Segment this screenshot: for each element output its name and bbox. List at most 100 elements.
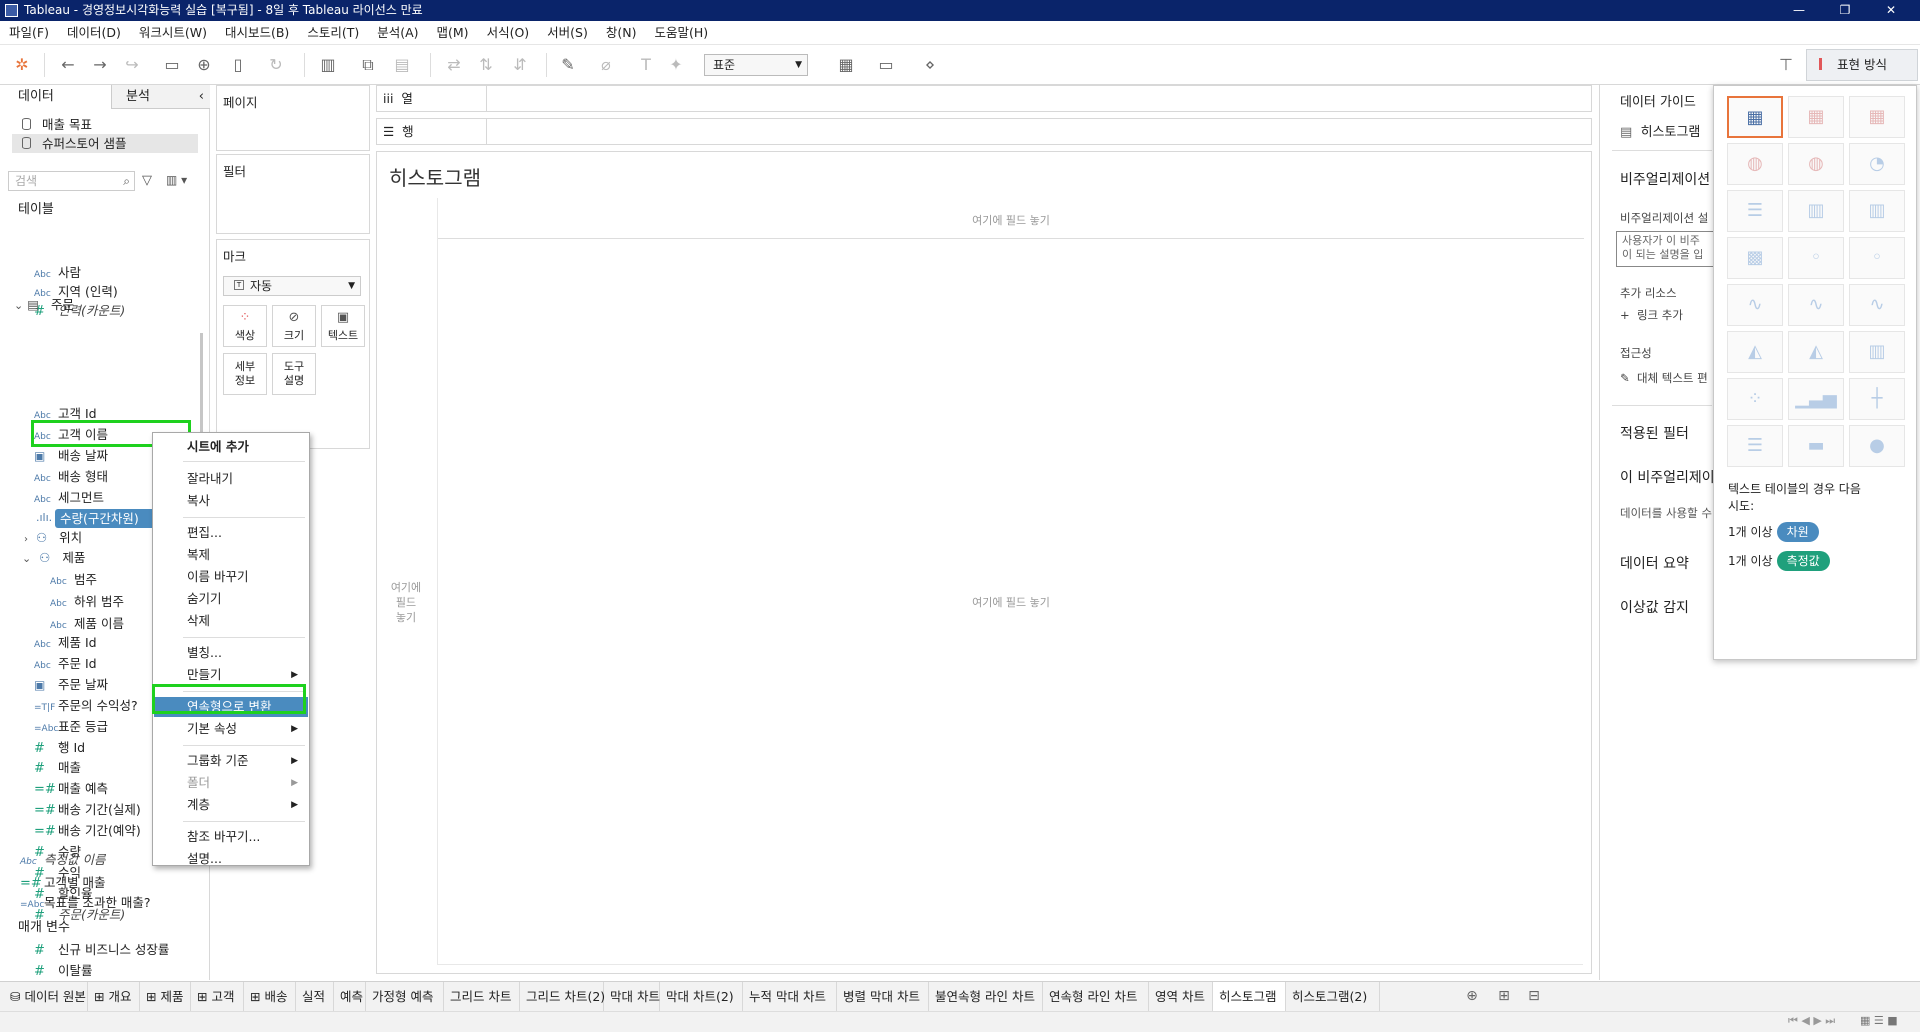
menu-item-6[interactable]: 숨기기	[154, 589, 308, 609]
field-item[interactable]: =# 배송 기간(예약)	[34, 821, 141, 840]
sheet-tab[interactable]: ⛁ 데이터 원본	[4, 982, 88, 1011]
scrollbar[interactable]	[200, 333, 203, 443]
tooltip-button[interactable]: 도구 설명	[272, 353, 316, 395]
share-icon[interactable]: ⋄	[920, 55, 940, 75]
sheet-tab[interactable]: 영역 차트	[1149, 982, 1213, 1011]
menu-file[interactable]: 파일(F)	[0, 21, 58, 45]
chart-thumb-pie-chart-icon[interactable]: ◔	[1849, 143, 1905, 185]
chart-thumb-filled-map-icon[interactable]: ◍	[1788, 143, 1844, 185]
sheet-tab[interactable]: 예측	[334, 982, 366, 1011]
drop-zone-center[interactable]: 여기에 필드 놓기	[438, 594, 1584, 610]
field-item[interactable]: =Abc 목표를 초과한 매출?	[20, 893, 151, 912]
chart-thumb-circle-views-icon[interactable]: ◦	[1788, 237, 1844, 279]
maximize-button[interactable]: ❐	[1822, 0, 1868, 21]
sheet-title[interactable]: 히스토그램	[389, 162, 481, 191]
sheet-tab[interactable]: 막대 차트	[604, 982, 660, 1011]
size-button[interactable]: ⊘ 크기	[272, 305, 316, 347]
view-options-icon[interactable]: ▥ ▾	[166, 173, 187, 187]
menu-item-3[interactable]: 편집...	[154, 523, 308, 543]
field-item[interactable]: # 이탈률	[34, 961, 93, 980]
view-canvas[interactable]: 히스토그램 여기에 필드 놓기 여기에 필드 놓기 여기에 필드 놓기	[376, 151, 1592, 974]
menu-item-12[interactable]: 그룹화 기준 ▶	[154, 751, 308, 771]
chart-thumb-text-table-icon[interactable]: ▦	[1727, 96, 1783, 138]
replay-icon[interactable]: ↪	[122, 55, 142, 75]
tableau-logo-icon[interactable]: ✲	[12, 55, 32, 75]
menu-story[interactable]: 스토리(T)	[298, 21, 368, 45]
tab-data[interactable]: 데이터	[0, 85, 112, 109]
chart-thumb-heat-map-icon[interactable]: ▦	[1788, 96, 1844, 138]
presentation-icon[interactable]: ▭	[876, 55, 896, 75]
menu-item-14[interactable]: 계층 ▶	[154, 795, 308, 815]
filters-card[interactable]: 필터	[216, 154, 370, 234]
color-button[interactable]: ⁘ 색상	[223, 305, 267, 347]
refresh-icon[interactable]: ↻	[266, 55, 286, 75]
fit-select[interactable]: 표준 ▼	[704, 54, 808, 76]
field-item[interactable]: =T|F 주문의 수익성?	[34, 696, 138, 715]
add-link-button[interactable]: + 링크 추가	[1620, 307, 1683, 323]
sheet-tab[interactable]: 그리드 차트(2)	[520, 982, 605, 1011]
menu-item-10[interactable]: 연속형으로 변환	[154, 697, 308, 717]
redo-icon[interactable]: →	[90, 55, 110, 75]
chart-thumb-highlight-table-icon[interactable]: ▦	[1849, 96, 1905, 138]
highlight-icon[interactable]: ✎	[558, 55, 578, 75]
field-item[interactable]: =# 고객별 매출	[20, 873, 105, 892]
chart-thumb-histogram-icon[interactable]: ▁▃▅	[1788, 378, 1844, 420]
sheet-tab[interactable]: ⊞ 배송	[244, 982, 296, 1011]
field-item[interactable]: # 행 Id	[34, 738, 85, 757]
menu-dashboard[interactable]: 대시보드(B)	[216, 21, 298, 45]
menu-window[interactable]: 창(N)	[597, 21, 646, 45]
tab-analysis[interactable]: 분석 ‹	[112, 85, 210, 109]
text-button[interactable]: ▣ 텍스트	[321, 305, 365, 347]
field-item[interactable]: =# 매출 예측	[34, 779, 108, 798]
sheet-tab[interactable]: 가정형 예측	[366, 982, 444, 1011]
view-mode-icon[interactable]: ▦ ☰ ■	[1860, 1014, 1898, 1027]
folder-orders[interactable]: ⌄ ▤ 주문	[14, 295, 74, 314]
sheet-tab[interactable]: 불연속형 라인 차트	[929, 982, 1043, 1011]
new-dashboard-icon[interactable]: ⊞	[1494, 986, 1514, 1006]
field-item[interactable]: Abc 범주	[50, 570, 97, 589]
new-story-icon[interactable]: ⊟	[1524, 986, 1544, 1006]
chart-thumb-side-by-side-circles-icon[interactable]: ◦	[1849, 237, 1905, 279]
field-item[interactable]: Abc 제품 Id	[34, 633, 97, 652]
menu-analysis[interactable]: 분석(A)	[368, 21, 427, 45]
field-item[interactable]: # 매출	[34, 758, 81, 777]
menu-item-0[interactable]: 시트에 추가	[154, 437, 308, 457]
minimize-button[interactable]: —	[1776, 0, 1822, 21]
chart-thumb-box-and-whisker-icon[interactable]: ┼	[1849, 378, 1905, 420]
sheet-tab[interactable]: ⊞ 고객	[191, 982, 244, 1011]
menu-server[interactable]: 서버(S)	[538, 21, 597, 45]
tooltip-brush-icon[interactable]: ⊤	[1776, 55, 1796, 75]
chart-thumb-bullet-graph-icon[interactable]: ▬	[1788, 425, 1844, 467]
field-item[interactable]: Abc 세그먼트	[34, 488, 104, 507]
alt-text-button[interactable]: ✎ 대체 텍스트 편	[1620, 370, 1714, 386]
field-item[interactable]: Abc 주문 Id	[34, 654, 97, 673]
chart-thumb-side-by-side-bars-icon[interactable]: ▥	[1849, 190, 1905, 232]
swap-icon[interactable]: ⇄	[444, 55, 464, 75]
chart-thumb-continuous-lines-icon[interactable]: ∿	[1727, 284, 1783, 326]
sheet-tab[interactable]: 병렬 막대 차트	[837, 982, 929, 1011]
menu-item-1[interactable]: 잘라내기	[154, 469, 308, 489]
field-item[interactable]: Abc 사람	[34, 263, 81, 282]
close-button[interactable]: ✕	[1868, 0, 1914, 21]
clear-sheet-icon[interactable]: ▤	[392, 55, 412, 75]
new-worksheet-icon[interactable]: ▥	[318, 55, 338, 75]
sheet-navigation-icon[interactable]: ⏮ ◀ ▶ ⏭	[1788, 1014, 1835, 1028]
field-item[interactable]: # 신규 비즈니스 성장률	[34, 940, 169, 959]
show-me-button[interactable]: 표현 방식	[1806, 49, 1918, 81]
show-cards-icon[interactable]: ▦	[836, 55, 856, 75]
mark-type-select[interactable]: T 자동 ▼	[223, 276, 361, 296]
field-item[interactable]: ▣ 주문 날짜	[34, 675, 108, 694]
chart-thumb-scatter-plot-icon[interactable]: ⁘	[1727, 378, 1783, 420]
drop-area[interactable]: 여기에 필드 놓기 여기에 필드 놓기	[437, 198, 1584, 965]
menu-item-9[interactable]: 만들기 ▶	[154, 665, 308, 685]
group-icon[interactable]: ⌀	[596, 55, 616, 75]
menu-item-8[interactable]: 별칭...	[154, 643, 308, 663]
filter-icon[interactable]: ▽	[142, 173, 152, 188]
detail-button[interactable]: 세부 정보	[223, 353, 267, 395]
menu-format[interactable]: 서식(O)	[478, 21, 539, 45]
chart-thumb-gantt-icon[interactable]: ☰	[1727, 425, 1783, 467]
field-item[interactable]: Abc 고객 이름	[34, 425, 108, 444]
sort-asc-icon[interactable]: ⇅	[476, 55, 496, 75]
viz-description-input[interactable]: 사용자가 이 비주 이 되는 설명을 입	[1616, 231, 1714, 267]
sheet-tab[interactable]: ⊞ 개요	[88, 982, 140, 1011]
